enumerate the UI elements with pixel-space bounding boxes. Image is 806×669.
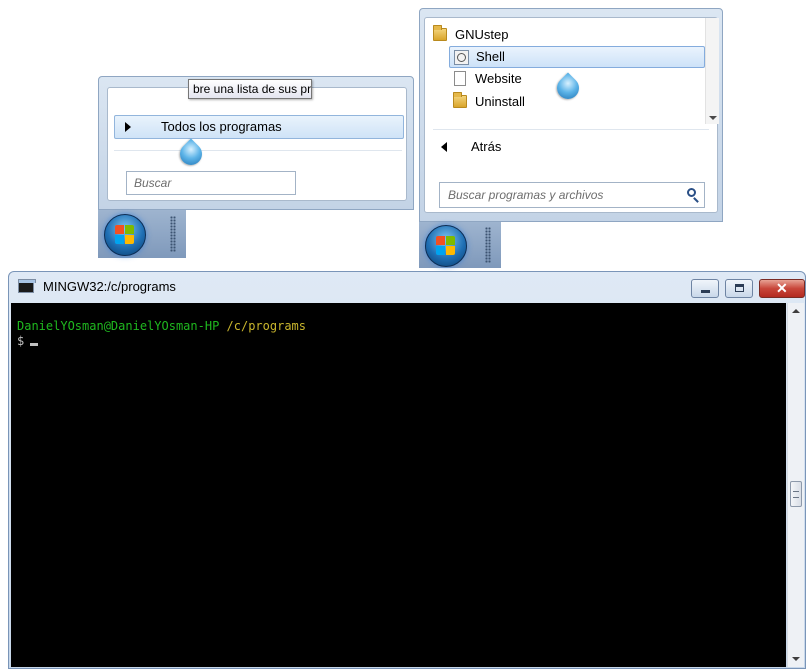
title-bar[interactable]: MINGW32:/c/programs ✕ (9, 272, 805, 302)
search-input[interactable]: Buscar programas y archivos (439, 182, 705, 208)
separator (114, 150, 402, 151)
scroll-thumb[interactable] (790, 481, 802, 507)
list-item-label: Uninstall (475, 94, 525, 109)
maximize-icon (735, 284, 744, 292)
shell-icon (454, 50, 469, 65)
prompt-symbol: $ (17, 334, 25, 348)
list-item-shell[interactable]: Shell (449, 46, 705, 68)
text-cursor (30, 343, 39, 346)
scroll-up-icon[interactable] (792, 309, 800, 313)
arrow-right-icon (125, 122, 131, 132)
close-icon: ✕ (776, 280, 788, 296)
prompt-path: /c/programs (226, 319, 307, 333)
prompt-user: DanielYOsman@DanielYOsman-HP (17, 319, 220, 333)
folder-icon (453, 92, 467, 108)
arrow-left-icon (441, 142, 447, 152)
taskbar-grip[interactable] (170, 216, 176, 252)
folder-icon (433, 25, 447, 41)
start-button[interactable] (425, 225, 467, 267)
back-label: Atrás (471, 139, 502, 154)
windows-logo-icon (436, 236, 445, 245)
separator (433, 129, 709, 130)
vertical-scrollbar[interactable] (787, 303, 804, 667)
list-item-label: Shell (476, 49, 505, 64)
list-item-label: GNUstep (455, 27, 509, 42)
list-item-gnustep[interactable]: GNUstep (429, 24, 699, 46)
taskbar (98, 210, 186, 258)
taskbar (419, 222, 501, 268)
list-item-label: Website (475, 71, 522, 86)
input-line: $ (17, 334, 39, 349)
start-menu-gnustep: GNUstep Shell Website Uninstall Atrás Bu… (419, 8, 723, 222)
taskbar-grip[interactable] (485, 227, 491, 263)
document-icon (454, 71, 466, 86)
scroll-down-icon[interactable] (792, 657, 800, 661)
all-programs-button[interactable]: Todos los programas (114, 115, 404, 139)
maximize-button[interactable] (725, 279, 753, 298)
search-input[interactable]: Buscar (126, 171, 296, 195)
start-menu-panel: Todos los programas Buscar (107, 87, 407, 201)
start-button[interactable] (104, 214, 146, 256)
window-title: MINGW32:/c/programs (43, 279, 176, 294)
program-list: GNUstep Shell Website Uninstall (425, 18, 705, 124)
windows-logo-icon (115, 225, 124, 234)
prompt-line: DanielYOsman@DanielYOsman-HP /c/programs (17, 319, 306, 334)
search-placeholder: Buscar programas y archivos (448, 188, 604, 202)
minimize-icon (701, 290, 710, 293)
scroll-down-icon[interactable] (709, 116, 717, 120)
terminal-app-icon (18, 279, 36, 293)
start-menu-panel: GNUstep Shell Website Uninstall Atrás Bu… (424, 17, 719, 213)
minimize-button[interactable] (691, 279, 719, 298)
terminal-window: MINGW32:/c/programs ✕ DanielYOsman@Danie… (8, 271, 806, 669)
search-icon[interactable] (687, 188, 696, 197)
tooltip: bre una lista de sus programas. (188, 79, 312, 99)
scrollbar[interactable] (705, 18, 719, 124)
terminal-screen[interactable]: DanielYOsman@DanielYOsman-HP /c/programs… (11, 303, 786, 667)
back-button[interactable]: Atrás (431, 136, 631, 158)
all-programs-label: Todos los programas (161, 119, 282, 134)
close-button[interactable]: ✕ (759, 279, 805, 298)
